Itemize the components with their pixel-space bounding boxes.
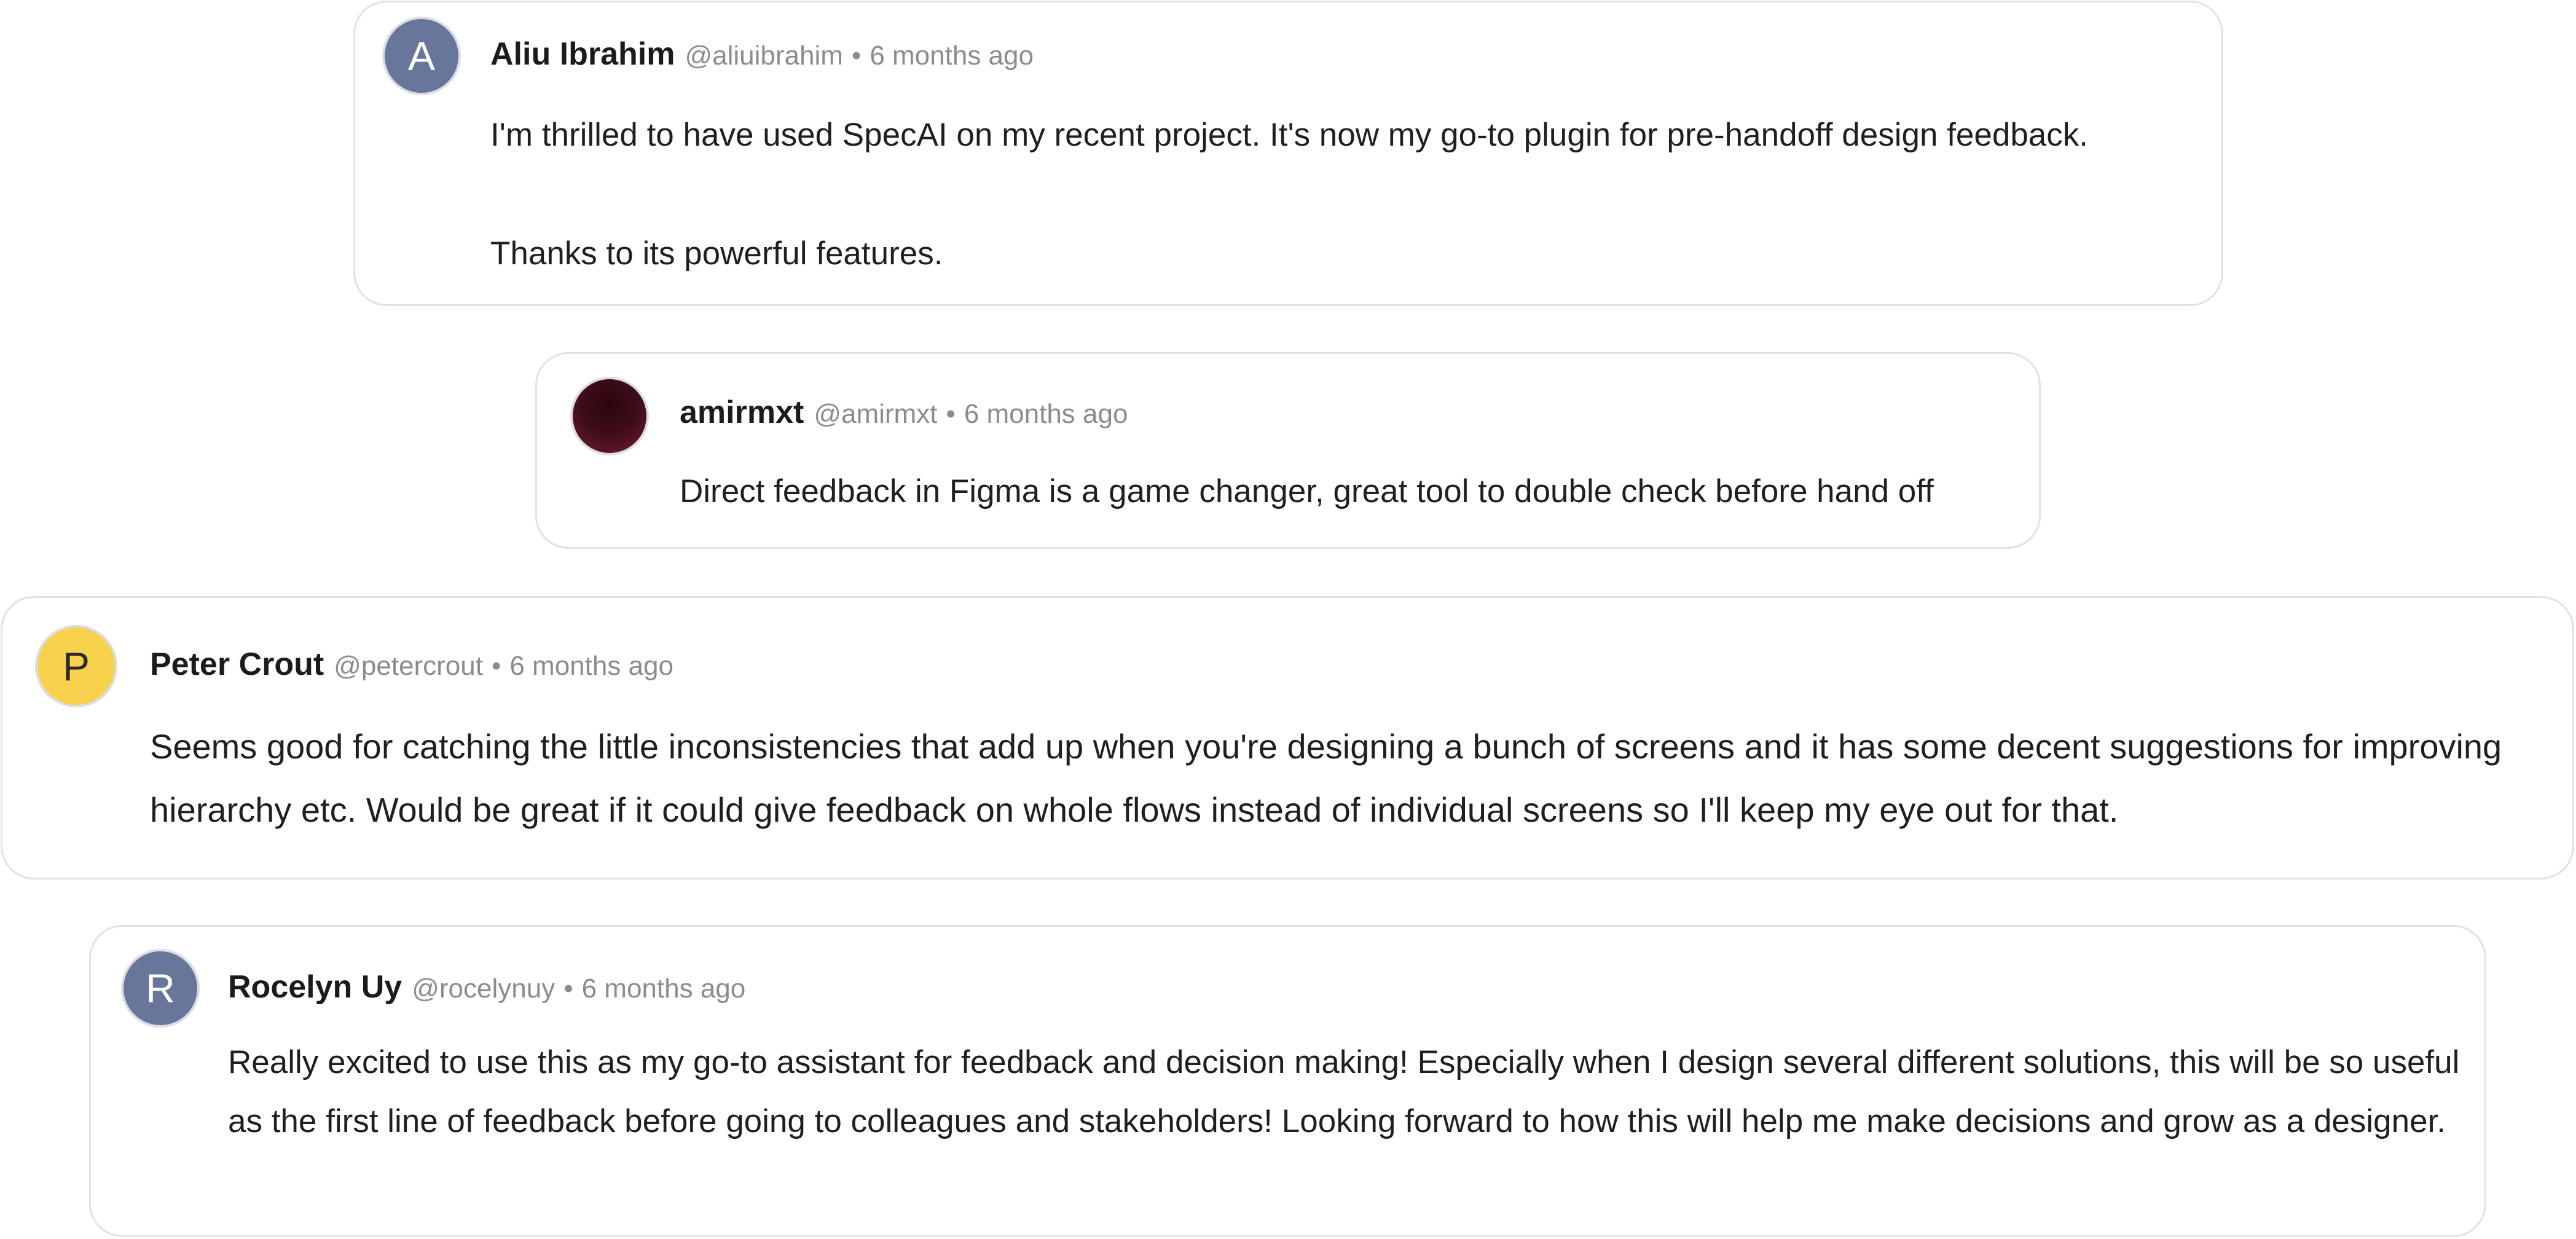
meta-separator: • — [851, 41, 862, 71]
avatar[interactable]: A — [382, 17, 461, 95]
author-handle[interactable]: @amirmxt — [814, 399, 937, 430]
author-name[interactable]: amirmxt — [680, 394, 804, 431]
avatar[interactable]: P — [35, 625, 117, 707]
author-handle[interactable]: @rocelynuy — [412, 974, 555, 1004]
comment-header: Peter Crout @petercrout • 6 months ago — [150, 646, 673, 683]
timestamp: 6 months ago — [509, 651, 673, 681]
author-name[interactable]: Rocelyn Uy — [228, 969, 402, 1005]
author-handle[interactable]: @aliuibrahim — [685, 41, 842, 71]
comment-text: Thanks to its powerful features. — [490, 235, 943, 272]
comment-text: Seems good for catching the little incon… — [150, 727, 2502, 829]
comment-header: Rocelyn Uy @rocelynuy • 6 months ago — [228, 969, 745, 1005]
avatar[interactable]: R — [121, 949, 200, 1028]
meta-separator: • — [491, 651, 501, 681]
comment-text: Really excited to use this as my go-to a… — [228, 1044, 2460, 1139]
timestamp: 6 months ago — [581, 974, 746, 1004]
timestamp: 6 months ago — [870, 41, 1034, 71]
meta-separator: • — [564, 974, 573, 1004]
author-handle[interactable]: @petercrout — [334, 651, 483, 682]
meta-separator: • — [946, 399, 956, 429]
comment-header: amirmxt @amirmxt • 6 months ago — [680, 394, 1128, 431]
timestamp: 6 months ago — [964, 399, 1128, 429]
author-name[interactable]: Aliu Ibrahim — [490, 36, 675, 73]
comment-card: R Rocelyn Uy @rocelynuy • 6 months ago R… — [89, 925, 2486, 1237]
comment-header: Aliu Ibrahim @aliuibrahim • 6 months ago — [490, 36, 1034, 73]
author-name[interactable]: Peter Crout — [150, 646, 324, 683]
avatar[interactable] — [570, 377, 649, 455]
comment-card: P Peter Crout @petercrout • 6 months ago… — [1, 596, 2574, 879]
comment-card: A Aliu Ibrahim @aliuibrahim • 6 months a… — [353, 1, 2223, 306]
comment-text: I'm thrilled to have used SpecAI on my r… — [490, 117, 2089, 153]
comment-text: Direct feedback in Figma is a game chang… — [680, 473, 1934, 509]
comment-card: amirmxt @amirmxt • 6 months ago Direct f… — [535, 352, 2041, 549]
